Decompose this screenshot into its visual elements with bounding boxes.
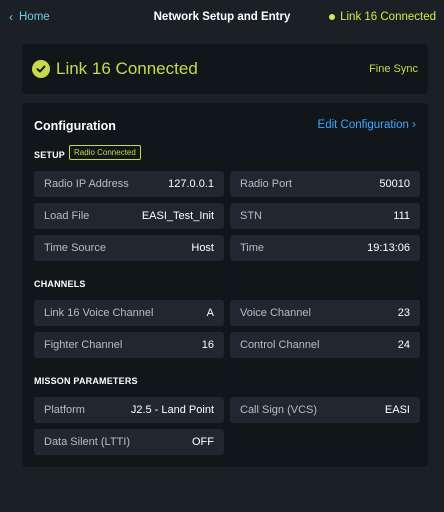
field-value: J2.5 - Land Point bbox=[130, 404, 214, 416]
field-call-sign: Call Sign (VCS) EASI bbox=[230, 397, 420, 423]
field-time: Time 19:13:06 bbox=[230, 235, 420, 261]
connection-status-text: Link 16 Connected bbox=[340, 11, 436, 23]
radio-connected-badge: Radio Connected bbox=[69, 145, 141, 160]
field-value: A bbox=[206, 307, 214, 319]
field-label: Data Silent (LTTI) bbox=[44, 436, 130, 448]
field-control-channel: Control Channel 24 bbox=[230, 332, 420, 358]
header-bar: ‹ Home Network Setup and Entry Link 16 C… bbox=[0, 0, 444, 38]
field-label: Platform bbox=[44, 404, 85, 416]
field-voice-channel: Voice Channel 23 bbox=[230, 300, 420, 326]
configuration-title: Configuration bbox=[34, 119, 116, 133]
field-data-silent: Data Silent (LTTI) OFF bbox=[34, 429, 224, 455]
field-stn: STN 111 bbox=[230, 203, 420, 229]
edit-configuration-label: Edit Configuration bbox=[317, 119, 409, 131]
field-platform: Platform J2.5 - Land Point bbox=[34, 397, 224, 423]
field-label: Control Channel bbox=[240, 339, 320, 351]
field-label: Call Sign (VCS) bbox=[240, 404, 318, 416]
edit-configuration-link[interactable]: Edit Configuration › bbox=[318, 119, 416, 131]
field-fighter-channel: Fighter Channel 16 bbox=[34, 332, 224, 358]
sync-status: Fine Sync bbox=[369, 63, 418, 75]
field-value: OFF bbox=[192, 436, 214, 448]
field-label: Voice Channel bbox=[240, 307, 311, 319]
field-value: 16 bbox=[201, 339, 214, 351]
field-load-file: Load File EASI_Test_Init bbox=[34, 203, 224, 229]
field-label: Time Source bbox=[44, 242, 106, 254]
field-radio-port: Radio Port 50010 bbox=[230, 171, 420, 197]
field-value: 50010 bbox=[379, 178, 410, 190]
connection-banner: Link 16 Connected Fine Sync bbox=[22, 44, 428, 94]
field-radio-ip: Radio IP Address 127.0.0.1 bbox=[34, 171, 224, 197]
mission-section-label: MISSON PARAMETERS bbox=[34, 376, 138, 386]
field-value: 111 bbox=[393, 210, 410, 222]
configuration-card: Configuration Edit Configuration › SETUP… bbox=[22, 103, 428, 467]
field-value: 24 bbox=[397, 339, 410, 351]
check-circle-icon bbox=[32, 60, 50, 78]
field-value: 23 bbox=[397, 307, 410, 319]
field-value: EASI_Test_Init bbox=[141, 210, 214, 222]
field-link16-voice-channel: Link 16 Voice Channel A bbox=[34, 300, 224, 326]
field-value: 19:13:06 bbox=[367, 242, 410, 254]
field-value: 127.0.0.1 bbox=[168, 178, 214, 190]
field-label: Link 16 Voice Channel bbox=[44, 307, 154, 319]
chevron-right-icon: › bbox=[412, 119, 416, 131]
setup-section-label: SETUP bbox=[34, 150, 66, 160]
field-label: Radio Port bbox=[240, 178, 292, 190]
field-time-source: Time Source Host bbox=[34, 235, 224, 261]
field-label: Load File bbox=[44, 210, 90, 222]
field-label: STN bbox=[240, 210, 262, 222]
field-label: Radio IP Address bbox=[44, 178, 129, 190]
field-value: Host bbox=[191, 242, 214, 254]
channels-section-label: CHANNELS bbox=[34, 279, 86, 289]
app-window: ‹ Home Network Setup and Entry Link 16 C… bbox=[0, 0, 444, 512]
field-label: Time bbox=[240, 242, 265, 254]
field-label: Fighter Channel bbox=[44, 339, 123, 351]
connection-status: Link 16 Connected bbox=[329, 11, 436, 23]
field-value: EASI bbox=[384, 404, 410, 416]
status-dot-icon bbox=[329, 14, 336, 20]
banner-title: Link 16 Connected bbox=[56, 59, 198, 78]
